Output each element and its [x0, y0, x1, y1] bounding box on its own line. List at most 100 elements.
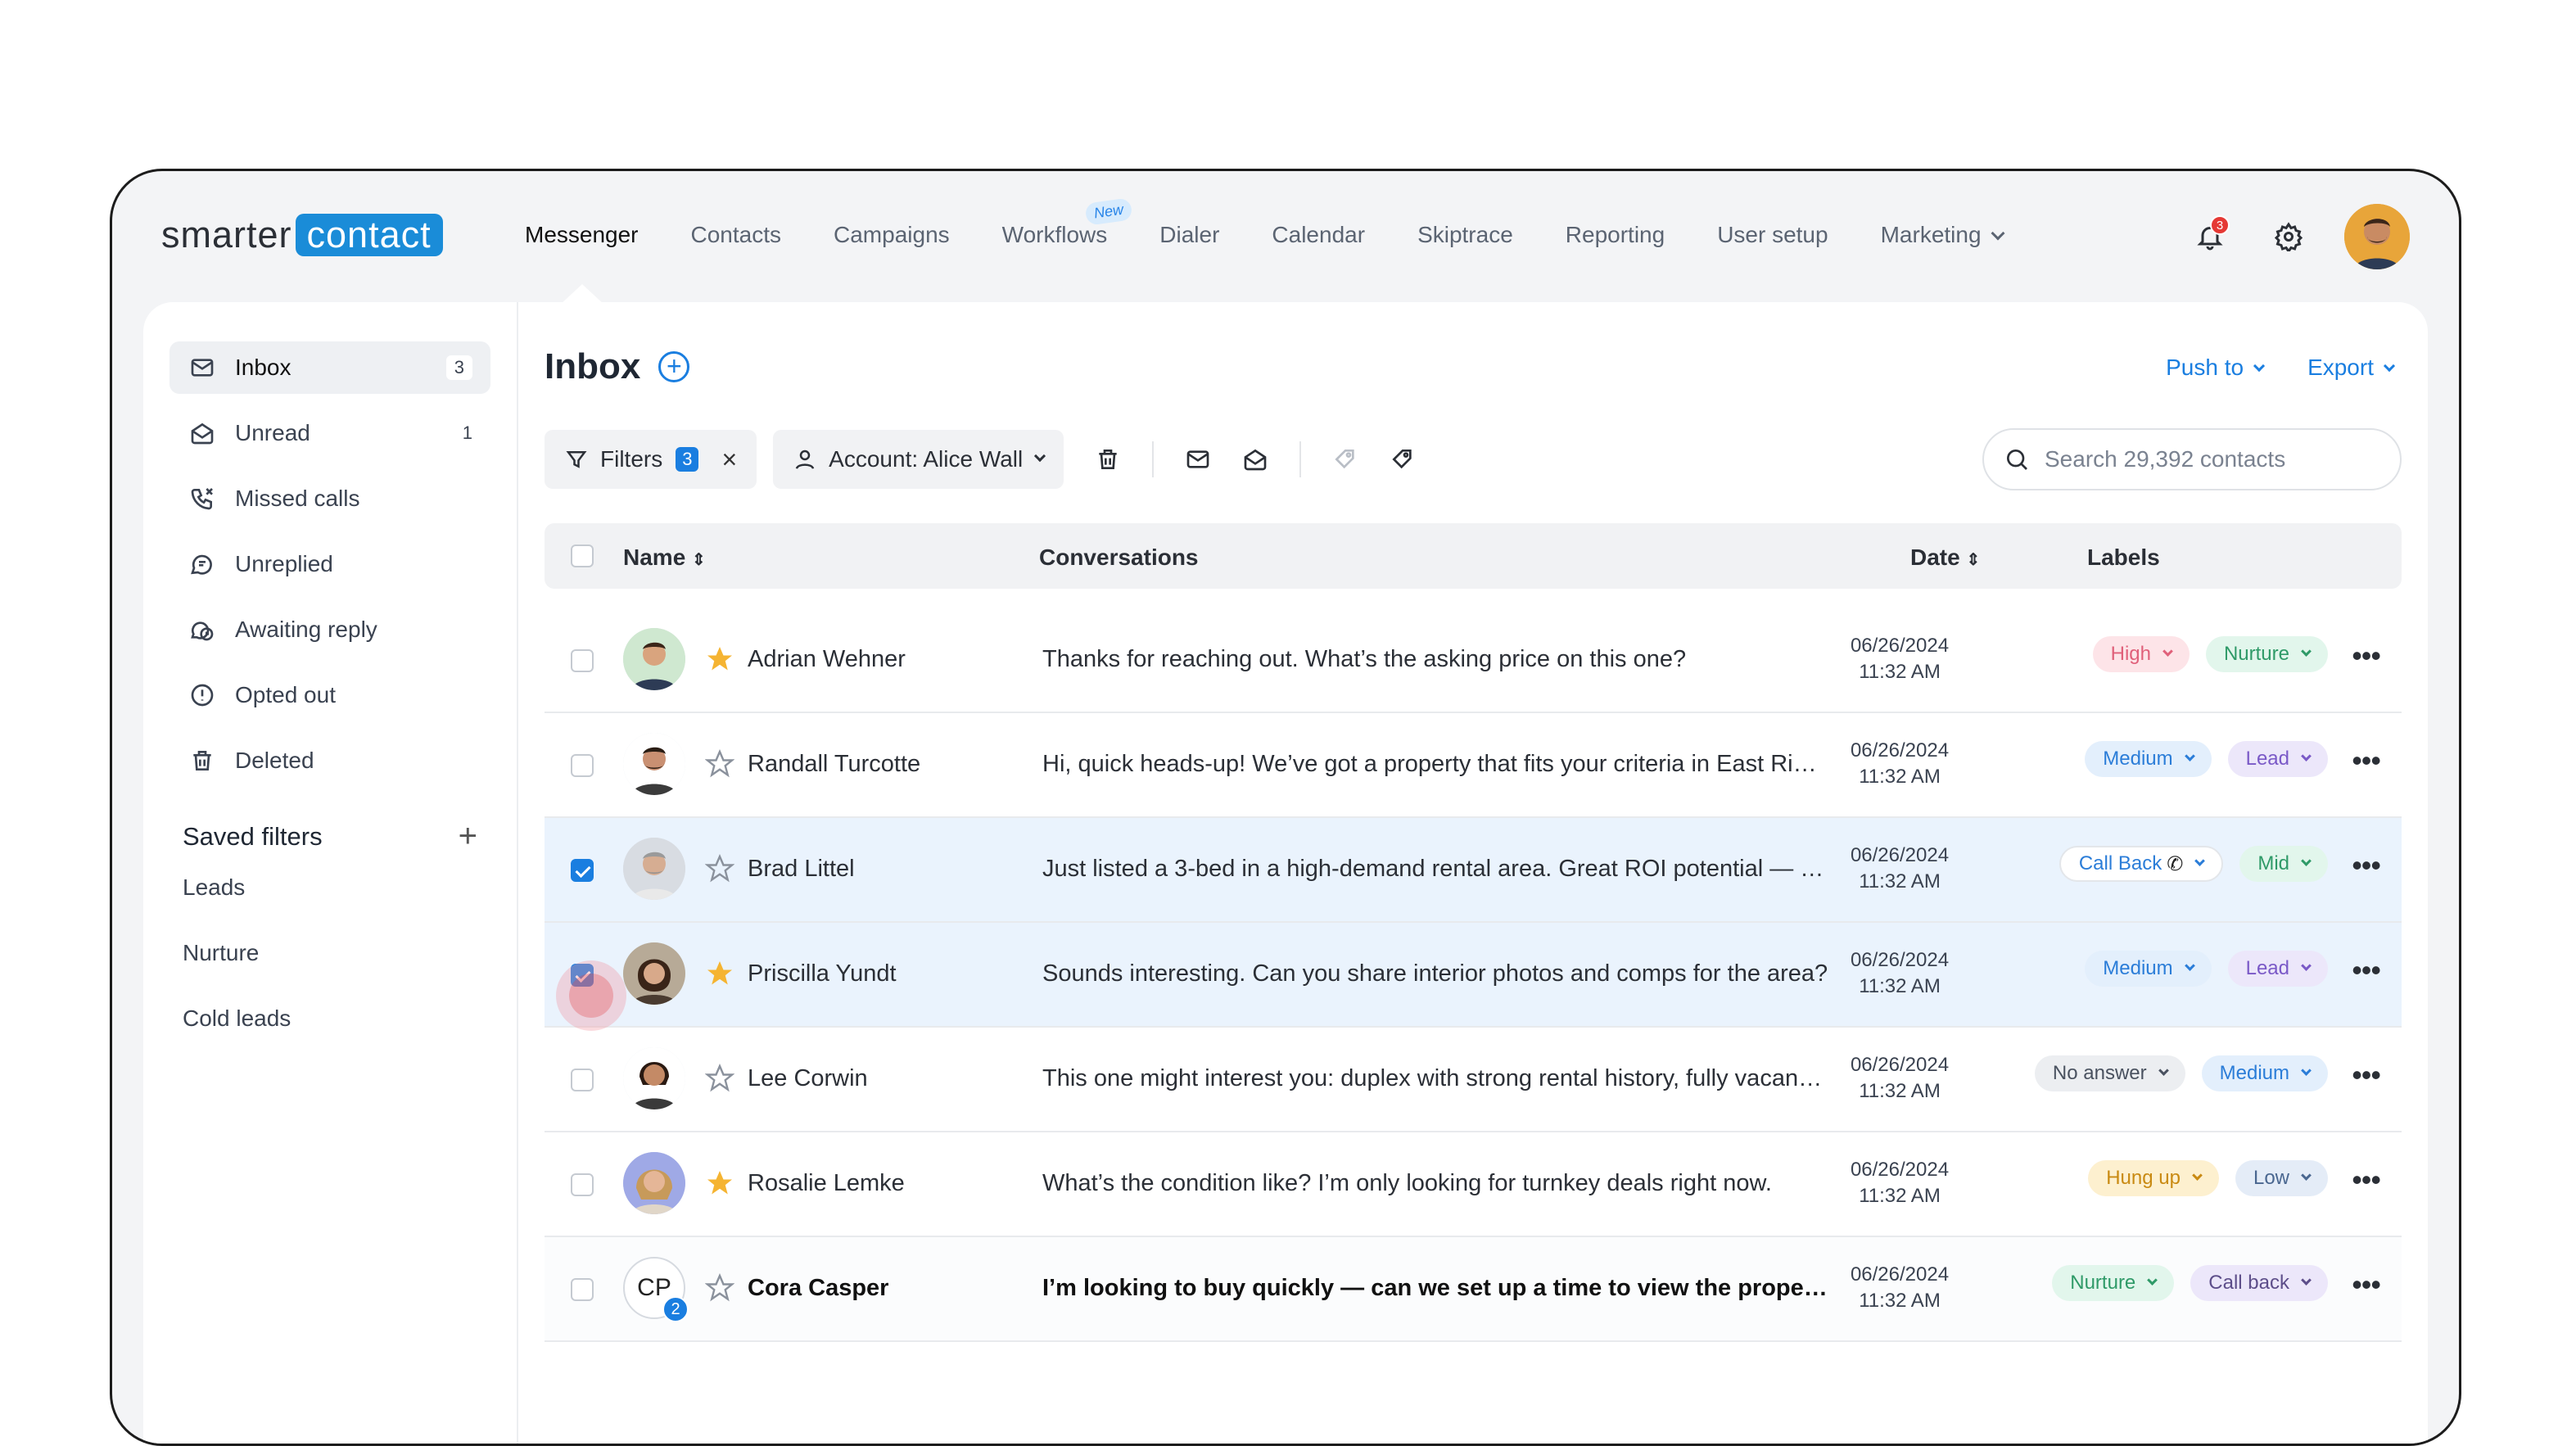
- brand-logo[interactable]: smarter contact: [161, 214, 443, 256]
- nav-messenger[interactable]: Messenger: [525, 222, 639, 248]
- sidebar-item-deleted[interactable]: Deleted: [169, 734, 490, 787]
- row-checkbox[interactable]: [571, 1173, 594, 1196]
- nav-workflows[interactable]: Workflows New: [1002, 197, 1133, 248]
- tag-button[interactable]: [1386, 443, 1419, 476]
- more-options-icon[interactable]: •••: [2352, 746, 2381, 775]
- table-row[interactable]: Randall Turcotte Hi, quick heads-up! We’…: [545, 713, 2402, 818]
- contact-name[interactable]: Lee Corwin: [748, 1065, 868, 1092]
- more-options-icon[interactable]: •••: [2352, 1060, 2381, 1090]
- user-avatar[interactable]: [2344, 204, 2410, 269]
- row-checkbox[interactable]: [571, 859, 594, 882]
- label-tag[interactable]: Low: [2235, 1160, 2328, 1196]
- add-circle-icon[interactable]: +: [658, 351, 690, 382]
- contact-name[interactable]: Randall Turcotte: [748, 751, 920, 778]
- more-options-icon[interactable]: •••: [2352, 956, 2381, 985]
- star-filled-icon[interactable]: [705, 959, 734, 988]
- column-date[interactable]: Date ⇕: [1910, 545, 1980, 571]
- label-tag[interactable]: High: [2092, 636, 2190, 672]
- top-nav: smarter contact Messenger Contacts Campai…: [112, 171, 2459, 302]
- more-options-icon[interactable]: •••: [2352, 1270, 2381, 1299]
- conversation-preview[interactable]: Just listed a 3-bed in a high-demand ren…: [1042, 856, 1828, 883]
- more-options-icon[interactable]: •••: [2352, 851, 2381, 880]
- row-date: 06/26/2024 11:32 AM: [1850, 949, 1950, 997]
- saved-filter-leads[interactable]: Leads: [169, 855, 490, 920]
- column-name[interactable]: Name ⇕: [623, 545, 706, 571]
- label-tag[interactable]: Nurture: [2052, 1265, 2175, 1301]
- label-tag[interactable]: Lead: [2227, 741, 2328, 777]
- mark-unread-button[interactable]: [1182, 443, 1214, 476]
- phone-icon: ✆: [2167, 852, 2184, 875]
- account-select[interactable]: Account: Alice Wall: [773, 430, 1064, 489]
- table-row[interactable]: CP 2 Cora Casper I’m looking to buy quic…: [545, 1237, 2402, 1342]
- label-tag[interactable]: Lead: [2227, 951, 2328, 987]
- nav-contacts[interactable]: Contacts: [691, 222, 782, 248]
- label-tag[interactable]: Nurture: [2205, 636, 2328, 672]
- mark-read-button[interactable]: [1239, 443, 1272, 476]
- row-checkbox[interactable]: [571, 649, 594, 672]
- content-card: Inbox 3 Unread 1 Missed calls Unreplied …: [143, 302, 2428, 1444]
- conversation-preview[interactable]: Hi, quick heads-up! We’ve got a property…: [1042, 751, 1828, 778]
- table-row[interactable]: Brad Littel Just listed a 3-bed in a hig…: [545, 818, 2402, 923]
- more-options-icon[interactable]: •••: [2352, 1165, 2381, 1195]
- label-tag[interactable]: Medium: [2201, 1055, 2328, 1091]
- contact-name[interactable]: Priscilla Yundt: [748, 960, 897, 987]
- nav-skiptrace[interactable]: Skiptrace: [1417, 222, 1513, 248]
- sidebar-item-unreplied[interactable]: Unreplied: [169, 538, 490, 590]
- table-row[interactable]: Priscilla Yundt Sounds interesting. Can …: [545, 923, 2402, 1028]
- conversation-preview[interactable]: I’m looking to buy quickly — can we set …: [1042, 1275, 1828, 1302]
- chevron-down-icon: [2147, 1274, 2158, 1286]
- export-button[interactable]: Export: [2307, 355, 2396, 381]
- sidebar-item-inbox[interactable]: Inbox 3: [169, 341, 490, 394]
- conversation-preview[interactable]: Sounds interesting. Can you share interi…: [1042, 960, 1828, 987]
- clear-filters-icon[interactable]: ×: [721, 445, 737, 475]
- star-outline-icon[interactable]: [705, 1064, 734, 1093]
- sidebar-item-awaiting-reply[interactable]: Awaiting reply: [169, 603, 490, 656]
- contact-name[interactable]: Rosalie Lemke: [748, 1170, 905, 1197]
- table-row[interactable]: Rosalie Lemke What’s the condition like?…: [545, 1132, 2402, 1237]
- settings-button[interactable]: [2266, 214, 2312, 260]
- star-outline-icon[interactable]: [705, 854, 734, 883]
- star-outline-icon[interactable]: [705, 749, 734, 779]
- saved-filter-cold-leads[interactable]: Cold leads: [169, 986, 490, 1051]
- label-tag[interactable]: Medium: [2085, 951, 2212, 987]
- conversation-preview[interactable]: What’s the condition like? I’m only look…: [1042, 1170, 1828, 1197]
- label-tag[interactable]: Mid: [2239, 846, 2328, 882]
- star-outline-icon[interactable]: [705, 1273, 734, 1303]
- contact-name[interactable]: Adrian Wehner: [748, 646, 906, 673]
- label-tag[interactable]: Hung up: [2088, 1160, 2219, 1196]
- saved-filter-nurture[interactable]: Nurture: [169, 920, 490, 986]
- nav-marketing[interactable]: Marketing: [1881, 222, 2005, 248]
- nav-user-setup[interactable]: User setup: [1717, 222, 1828, 248]
- label-tag[interactable]: Medium: [2085, 741, 2212, 777]
- chevron-down-icon: [2301, 645, 2312, 657]
- table-row[interactable]: Lee Corwin This one might interest you: …: [545, 1028, 2402, 1132]
- notifications-button[interactable]: 3: [2187, 214, 2233, 260]
- push-to-button[interactable]: Push to: [2166, 355, 2266, 381]
- nav-reporting[interactable]: Reporting: [1566, 222, 1665, 248]
- nav-dialer[interactable]: Dialer: [1159, 222, 1219, 248]
- search-input[interactable]: Search 29,392 contacts: [1982, 428, 2402, 490]
- row-checkbox[interactable]: [571, 1069, 594, 1091]
- nav-calendar[interactable]: Calendar: [1272, 222, 1365, 248]
- label-tag[interactable]: Call Back ✆: [2059, 846, 2224, 882]
- nav-campaigns[interactable]: Campaigns: [834, 222, 950, 248]
- row-checkbox[interactable]: [571, 754, 594, 777]
- sidebar-item-unread[interactable]: Unread 1: [169, 407, 490, 459]
- row-checkbox[interactable]: [571, 1278, 594, 1301]
- more-options-icon[interactable]: •••: [2352, 641, 2381, 671]
- filters-button[interactable]: Filters 3 ×: [545, 430, 757, 489]
- contact-name[interactable]: Brad Littel: [748, 856, 855, 883]
- table-row[interactable]: Adrian Wehner Thanks for reaching out. W…: [545, 608, 2402, 713]
- add-saved-filter-icon[interactable]: +: [459, 818, 477, 855]
- sidebar-item-missed-calls[interactable]: Missed calls: [169, 472, 490, 525]
- star-filled-icon[interactable]: [705, 644, 734, 674]
- delete-button[interactable]: [1091, 443, 1124, 476]
- contact-name[interactable]: Cora Casper: [748, 1275, 888, 1302]
- select-all-checkbox[interactable]: [571, 545, 594, 567]
- star-filled-icon[interactable]: [705, 1168, 734, 1198]
- label-tag[interactable]: Call back: [2190, 1265, 2328, 1301]
- conversation-preview[interactable]: Thanks for reaching out. What’s the aski…: [1042, 646, 1828, 673]
- sidebar-item-opted-out[interactable]: Opted out: [169, 669, 490, 721]
- label-tag[interactable]: No answer: [2034, 1055, 2185, 1091]
- conversation-preview[interactable]: This one might interest you: duplex with…: [1042, 1065, 1828, 1092]
